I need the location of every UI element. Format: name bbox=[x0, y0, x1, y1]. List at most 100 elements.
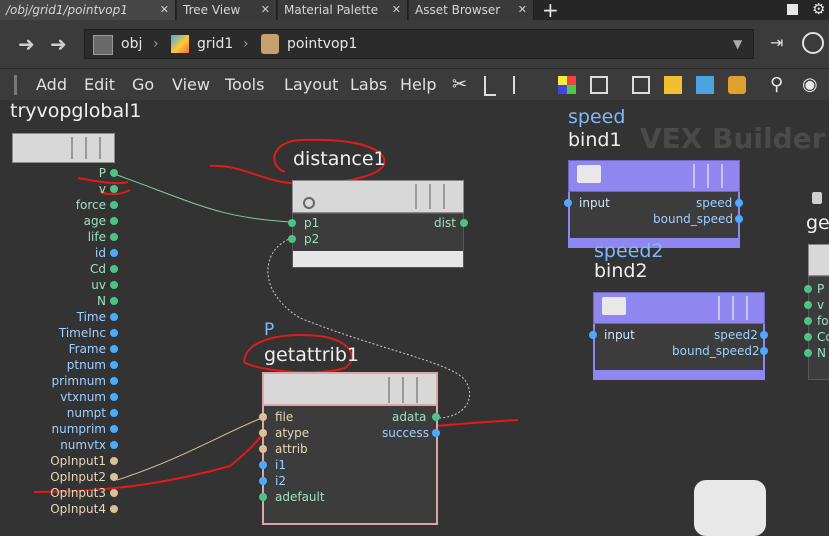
network-editor[interactable]: VEX Builder tryvopglobal1 Pv force age life… bbox=[0, 100, 829, 536]
close-icon[interactable]: ✕ bbox=[261, 0, 270, 20]
menu-labs[interactable]: Labs bbox=[350, 69, 387, 101]
crumb-pointvop1[interactable]: pointvop1 bbox=[287, 30, 357, 58]
port-dot[interactable] bbox=[432, 413, 440, 421]
global-node-header[interactable] bbox=[12, 133, 115, 163]
close-icon[interactable]: ✕ bbox=[392, 0, 401, 20]
port-dot[interactable] bbox=[259, 461, 267, 469]
port-dot[interactable] bbox=[589, 331, 597, 339]
search-icon[interactable]: ⚲ bbox=[770, 76, 788, 94]
close-icon[interactable]: ✕ bbox=[160, 0, 169, 20]
port-dot[interactable] bbox=[110, 505, 118, 513]
partial-node-header[interactable] bbox=[808, 244, 829, 276]
port-dot[interactable] bbox=[804, 349, 812, 357]
eye-icon[interactable]: ◉ bbox=[802, 76, 820, 94]
port-dot[interactable] bbox=[110, 185, 118, 193]
port-dot[interactable] bbox=[259, 493, 267, 501]
tab-tree-view[interactable]: Tree View ✕ bbox=[177, 0, 277, 20]
port-dot[interactable] bbox=[259, 445, 267, 453]
close-icon[interactable]: ✕ bbox=[518, 0, 527, 20]
tab-pointvop1[interactable]: /obj/grid1/pointvop1 ✕ bbox=[0, 0, 176, 20]
global-node-outputs: Pv force age life id Cd uv N Time TimeInc Frame ptn… bbox=[10, 166, 120, 518]
add-tab-button[interactable]: + bbox=[542, 0, 559, 22]
distance-node-header[interactable] bbox=[292, 180, 464, 213]
port-dot[interactable] bbox=[432, 429, 440, 437]
tree-layout-icon[interactable] bbox=[484, 76, 496, 96]
menu-view[interactable]: View bbox=[172, 69, 210, 101]
menu-go[interactable]: Go bbox=[132, 69, 154, 101]
color-palette-icon[interactable] bbox=[558, 76, 576, 94]
port-dot[interactable] bbox=[110, 441, 118, 449]
port-dot[interactable] bbox=[110, 297, 118, 305]
menu-add[interactable]: Add bbox=[36, 69, 67, 101]
port-dot[interactable] bbox=[259, 477, 267, 485]
port-dot[interactable] bbox=[110, 489, 118, 497]
port-dot[interactable] bbox=[110, 281, 118, 289]
port-label: OpInput2 bbox=[50, 470, 106, 484]
port-dot[interactable] bbox=[259, 413, 267, 421]
port-dot[interactable] bbox=[110, 393, 118, 401]
pane-menu-icon[interactable]: ⚙ bbox=[812, 0, 825, 18]
menu-bar: Add Edit Go View Tools Layout Labs Help … bbox=[0, 68, 829, 101]
port-dot[interactable] bbox=[804, 285, 812, 293]
menu-edit[interactable]: Edit bbox=[84, 69, 115, 101]
forward-arrow-icon[interactable]: ➜ bbox=[50, 32, 67, 56]
menu-layout[interactable]: Layout bbox=[284, 69, 338, 101]
port-dot[interactable] bbox=[804, 333, 812, 341]
path-field[interactable]: obj › grid1 › pointvop1 ▼ bbox=[84, 29, 754, 59]
bind2-node-header[interactable] bbox=[593, 292, 765, 324]
port-label: Frame bbox=[68, 342, 106, 356]
port-dot[interactable] bbox=[110, 169, 118, 177]
port-dot[interactable] bbox=[110, 329, 118, 337]
back-arrow-icon[interactable]: ➜ bbox=[18, 32, 35, 56]
wrench-icon[interactable]: ✂ bbox=[452, 76, 470, 94]
port-dot[interactable] bbox=[110, 201, 118, 209]
dot-icon[interactable] bbox=[728, 76, 746, 94]
network-box-icon[interactable] bbox=[632, 76, 650, 94]
port-dot[interactable] bbox=[735, 199, 743, 207]
port-dot[interactable] bbox=[110, 249, 118, 257]
crumb-grid1[interactable]: grid1 bbox=[197, 30, 233, 58]
port-dot[interactable] bbox=[110, 425, 118, 433]
port-dot[interactable] bbox=[288, 219, 296, 227]
port-dot[interactable] bbox=[110, 217, 118, 225]
crumb-obj[interactable]: obj bbox=[121, 30, 142, 58]
align-icon[interactable] bbox=[513, 76, 525, 94]
port-dot[interactable] bbox=[288, 235, 296, 243]
port-dot[interactable] bbox=[110, 473, 118, 481]
getattrib-node-header[interactable] bbox=[262, 372, 438, 406]
port-label: p1 bbox=[304, 216, 320, 230]
port-dot[interactable] bbox=[735, 215, 743, 223]
port-label: numpt bbox=[66, 406, 106, 420]
port-dot[interactable] bbox=[804, 317, 812, 325]
menu-tools[interactable]: Tools bbox=[225, 69, 264, 101]
grid-icon[interactable] bbox=[590, 76, 608, 94]
port-dot[interactable] bbox=[760, 331, 768, 339]
port-label: atype bbox=[275, 426, 310, 440]
sticky-note-icon[interactable] bbox=[664, 76, 682, 94]
pin-icon[interactable]: ⇥ bbox=[770, 33, 783, 52]
port-dot[interactable] bbox=[110, 233, 118, 241]
port-dot[interactable] bbox=[259, 429, 267, 437]
port-dot[interactable] bbox=[110, 409, 118, 417]
port-dot[interactable] bbox=[110, 377, 118, 385]
bind1-node-header[interactable] bbox=[568, 160, 740, 192]
port-dot[interactable] bbox=[564, 199, 572, 207]
tab-material-palette[interactable]: Material Palette ✕ bbox=[278, 0, 408, 20]
getattrib-node-title: getattrib1 bbox=[264, 344, 359, 366]
tab-asset-browser[interactable]: Asset Browser ✕ bbox=[409, 0, 534, 20]
port-dot[interactable] bbox=[110, 361, 118, 369]
chevron-down-icon[interactable]: ▼ bbox=[733, 30, 742, 58]
port-dot[interactable] bbox=[460, 219, 468, 227]
port-dot[interactable] bbox=[110, 313, 118, 321]
help-icon[interactable] bbox=[802, 32, 824, 54]
port-dot[interactable] bbox=[110, 457, 118, 465]
port-dot[interactable] bbox=[760, 347, 768, 355]
maximize-icon[interactable] bbox=[787, 4, 798, 15]
port-dot[interactable] bbox=[804, 301, 812, 309]
menu-help[interactable]: Help bbox=[400, 69, 436, 101]
port-label: OpInput1 bbox=[50, 454, 106, 468]
port-dot[interactable] bbox=[110, 265, 118, 273]
image-icon[interactable] bbox=[696, 76, 714, 94]
port-label: p2 bbox=[304, 232, 320, 246]
port-dot[interactable] bbox=[110, 345, 118, 353]
